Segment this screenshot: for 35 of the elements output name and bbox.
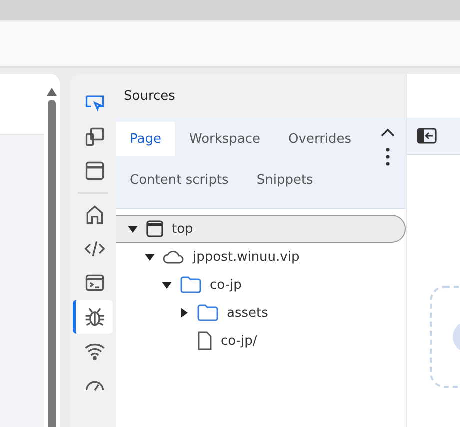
device-icon xyxy=(84,126,106,148)
tree-item[interactable]: assets xyxy=(116,299,406,327)
tab[interactable]: Overrides xyxy=(274,122,366,156)
caret-right-icon[interactable] xyxy=(179,308,189,318)
tree-label: top xyxy=(172,222,194,236)
caret-down-icon[interactable] xyxy=(145,252,155,262)
tab[interactable]: Snippets xyxy=(242,163,328,197)
caret-down-icon[interactable] xyxy=(162,280,172,290)
cloud-icon xyxy=(163,249,185,265)
tree-label: assets xyxy=(227,306,268,320)
folder-icon xyxy=(180,276,202,294)
panel-title: Sources xyxy=(124,88,176,104)
tab[interactable]: Workspace xyxy=(175,122,275,156)
scroll-up-icon[interactable] xyxy=(47,88,57,96)
tree-label: co-jp/ xyxy=(221,334,258,348)
caret-down-icon[interactable] xyxy=(128,224,138,234)
sidebar-toggle-icon[interactable] xyxy=(417,128,437,144)
console-icon xyxy=(84,272,106,294)
window-icon xyxy=(146,220,164,238)
more-icon[interactable] xyxy=(386,148,390,166)
file-icon xyxy=(197,331,213,351)
tree-item[interactable]: top xyxy=(116,215,406,243)
collapse-icon[interactable] xyxy=(381,128,395,138)
window-icon xyxy=(84,160,106,182)
tab[interactable]: Page xyxy=(116,122,176,156)
bug-icon xyxy=(84,306,106,328)
tree-item[interactable]: co-jp xyxy=(116,271,406,299)
tree-item[interactable]: co-jp/ xyxy=(116,327,406,355)
tree-item[interactable]: jppost.winuu.vip xyxy=(116,243,406,271)
scrollbar-thumb[interactable] xyxy=(48,100,56,427)
tree-label: jppost.winuu.vip xyxy=(193,250,300,264)
rail-button[interactable] xyxy=(73,300,113,334)
tree-label: co-jp xyxy=(210,278,242,292)
tab[interactable]: Content scripts xyxy=(116,163,243,197)
folder-icon xyxy=(197,304,219,322)
